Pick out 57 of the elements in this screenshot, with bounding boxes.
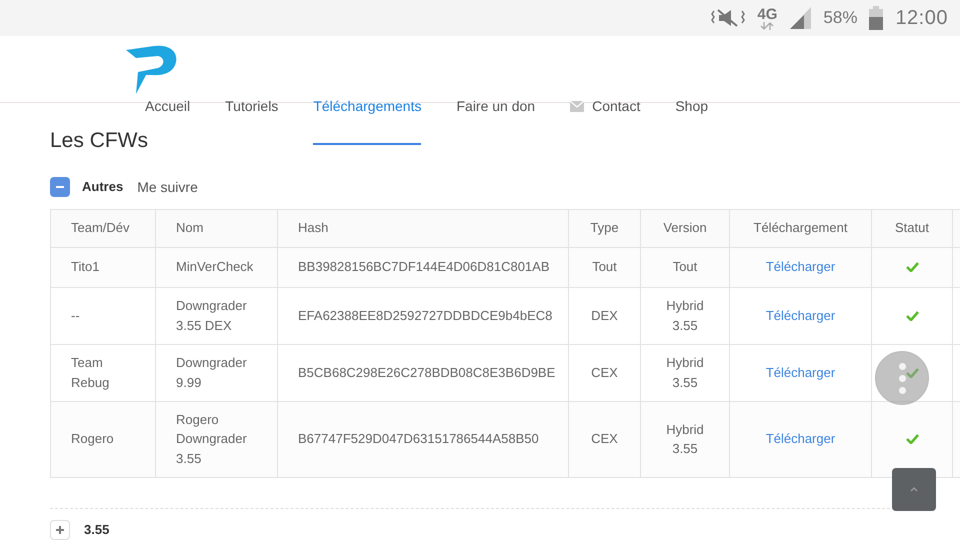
section-label: Autres <box>82 178 124 196</box>
collapse-toggle[interactable] <box>50 177 70 197</box>
clock: 12:00 <box>895 6 948 31</box>
check-icon <box>906 368 918 378</box>
table-cell: B5CB68C298E26C278BDB08C8E3B6D9BE <box>278 344 568 401</box>
network-label: 4G <box>757 6 778 22</box>
battery-percent: 58% <box>823 7 858 30</box>
table-cell: Rogero <box>50 401 156 477</box>
table-cell: Rogero Downgrader 3.55 <box>156 401 278 477</box>
table-cell: B67747F529D047D63151786544A58B50 <box>278 401 568 477</box>
table-cell: Hybrid 3.55 <box>640 401 730 477</box>
column-header: Hash <box>278 209 568 247</box>
column-header: Nom <box>156 209 278 247</box>
chevron-up-icon <box>910 487 918 492</box>
data-arrows-icon <box>760 22 774 30</box>
check-icon <box>906 434 918 444</box>
signal-icon <box>789 7 812 29</box>
table-cell: Hybrid 3.55 <box>640 344 730 401</box>
nav-link[interactable]: Téléchargements <box>313 96 422 145</box>
more-menu-button[interactable] <box>875 351 929 405</box>
table-cell: Hybrid 3.55 <box>640 287 730 344</box>
table-cell: Tito1 <box>50 247 156 287</box>
column-header: Type <box>568 209 640 247</box>
table-cell: Tout <box>640 247 730 287</box>
nav-link[interactable]: Tutoriels <box>225 96 278 145</box>
table-cell: Team Rebug <box>50 344 156 401</box>
download-link[interactable]: Télécharger <box>766 259 836 274</box>
table-cell: CEX <box>568 401 640 477</box>
nav-link[interactable]: Faire un don <box>456 96 536 145</box>
section-label: 3.55 <box>84 520 110 539</box>
table-cell: Downgrader 3.55 DEX <box>156 287 278 344</box>
column-header: Team/Dév <box>50 209 156 247</box>
table-cell: CEX <box>568 344 640 401</box>
table-cell: Tout <box>568 247 640 287</box>
check-icon <box>906 310 918 320</box>
nav-link[interactable]: Contact <box>570 96 640 145</box>
table-cell: EFA62388EE8D2592727DDBDCE9b4bEC8 <box>278 287 568 344</box>
table-cell: Downgrader 9.99 <box>156 344 278 401</box>
nav-link[interactable]: Shop <box>675 96 708 145</box>
table-cell: MinVerCheck <box>156 247 278 287</box>
table-cell: DEX <box>568 287 640 344</box>
page-title: Les CFWs <box>50 128 150 154</box>
table-cell: BB39828156BC7DF144E4D06D81C801AB <box>278 247 568 287</box>
column-header: Statut <box>872 209 952 247</box>
table-cell: -- <box>50 287 156 344</box>
check-icon <box>906 262 918 272</box>
plus-icon <box>56 526 64 534</box>
download-link[interactable]: Télécharger <box>766 364 836 380</box>
column-header: Téléchargement <box>730 209 872 247</box>
column-header: Version <box>640 209 730 247</box>
download-link[interactable]: Télécharger <box>766 308 836 323</box>
download-link[interactable]: Télécharger <box>766 431 836 446</box>
section-tab[interactable]: Me suivre <box>137 176 198 198</box>
mail-icon <box>570 101 584 112</box>
battery-icon <box>869 6 884 30</box>
mute-vibrate-icon <box>711 8 746 28</box>
expand-toggle[interactable] <box>50 520 70 540</box>
